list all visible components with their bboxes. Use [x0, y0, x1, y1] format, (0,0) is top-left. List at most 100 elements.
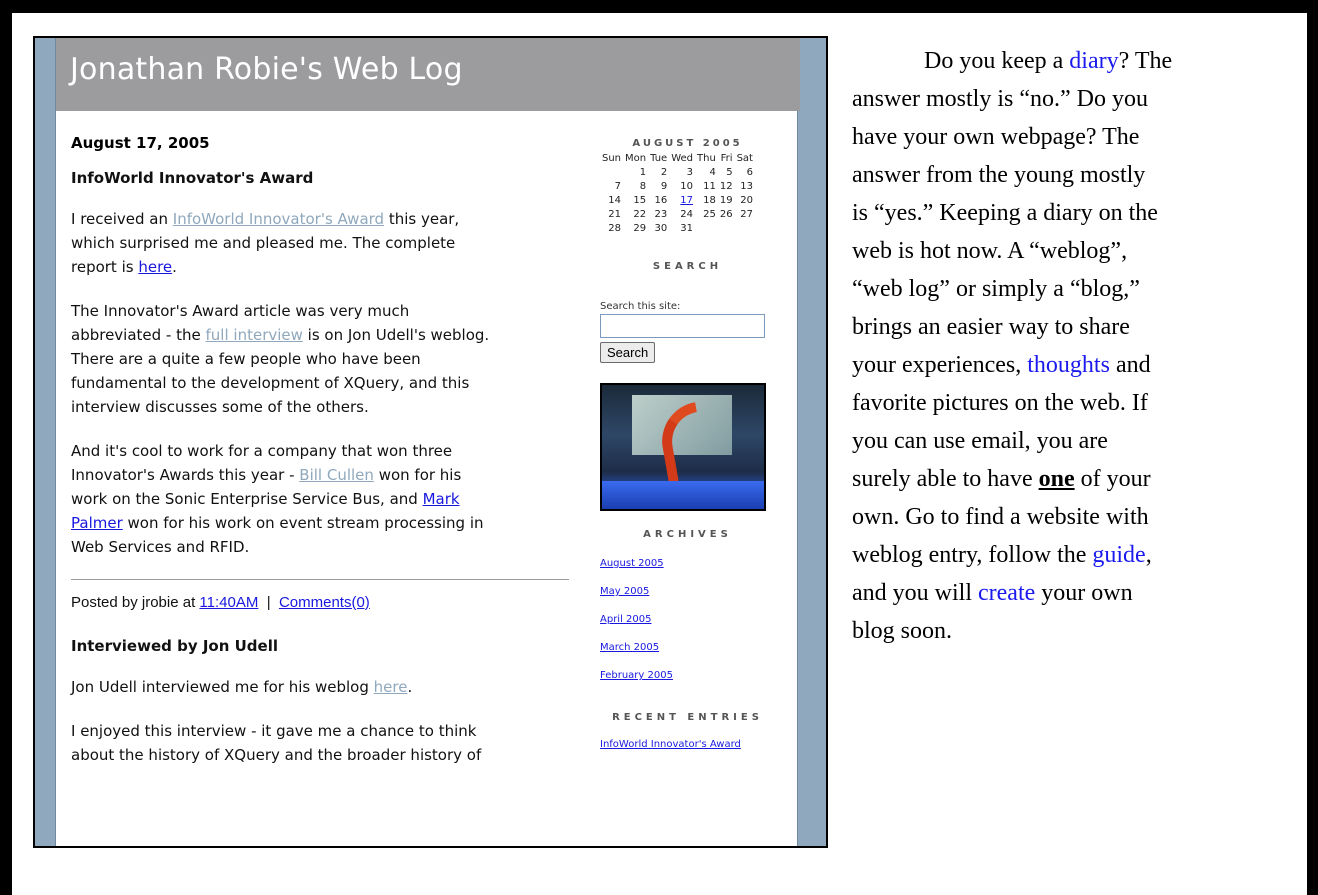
calendar-week: 14 15 16 17 18 19 20	[600, 193, 755, 207]
text: I received an	[71, 210, 173, 228]
diary-link[interactable]: diary	[1069, 48, 1118, 74]
left-margin	[35, 38, 55, 846]
calendar-day: 17	[669, 193, 695, 207]
search-button[interactable]: Search	[600, 342, 656, 363]
post-time-link[interactable]: 11:40AM	[199, 594, 258, 611]
text: ,	[1145, 542, 1152, 568]
report-here-link[interactable]: here	[138, 258, 172, 276]
calendar-day-link[interactable]: 17	[680, 195, 693, 206]
mark-palmer-link[interactable]: Mark	[423, 490, 460, 508]
recent-heading: RECENT ENTRIES	[612, 712, 763, 723]
search-heading: SEARCH	[652, 261, 723, 272]
archive-link[interactable]: March 2005	[600, 634, 775, 662]
calendar-day: 13	[740, 180, 753, 192]
archive-link[interactable]: April 2005	[600, 606, 775, 634]
calendar-weekday: Thu	[697, 152, 716, 164]
essay-line: own. Go to find a website with	[852, 504, 1149, 530]
text: .	[407, 678, 413, 696]
text: which surprised me and pleased me. The c…	[71, 234, 456, 252]
text: surely able to have	[852, 466, 1039, 492]
text: Innovator's Awards this year -	[71, 466, 300, 484]
right-margin	[798, 38, 826, 846]
essay-line: answer from the young mostly	[852, 162, 1146, 188]
calendar-weekday: Sat	[736, 152, 753, 164]
essay-line: your experiences, thoughts and	[852, 346, 1302, 384]
text: interview discusses some of the others.	[71, 398, 369, 416]
calendar-day: 1	[639, 166, 647, 178]
calendar-day: 4	[709, 166, 716, 178]
calendar-week: 21 22 23 24 25 26 27	[600, 207, 755, 221]
text: weblog entry, follow the	[852, 542, 1093, 568]
calendar-day: 2	[660, 166, 668, 178]
post2-paragraph-2: I enjoyed this interview - it gave me a …	[71, 719, 571, 767]
calendar-day: 27	[740, 208, 753, 220]
separator: |	[258, 594, 279, 611]
text: The Innovator's Award article was very m…	[71, 302, 410, 320]
post-date: August 17, 2005	[71, 134, 210, 152]
essay-line: favorite pictures on the web. If	[852, 390, 1148, 416]
text: and you will	[852, 580, 978, 606]
calendar-day: 5	[726, 166, 733, 178]
essay-line: is “yes.” Keeping a diary on the	[852, 200, 1158, 226]
guide-link[interactable]: guide	[1092, 542, 1145, 568]
calendar-day	[735, 221, 755, 235]
calendar-day: 19	[719, 194, 733, 206]
full-interview-link[interactable]: full interview	[206, 326, 303, 344]
emphasis-one: one	[1038, 466, 1075, 492]
text: report is	[71, 258, 139, 276]
text: .	[172, 258, 177, 276]
text: is on Jon Udell's weblog.	[302, 326, 490, 344]
essay-line: you can use email, you are	[852, 428, 1108, 454]
text: your own	[1035, 580, 1133, 606]
text: There are a quite a few people who have …	[71, 350, 421, 368]
posted-by: Posted by jrobie at	[71, 594, 200, 611]
create-link[interactable]: create	[978, 580, 1035, 606]
calendar-day: 7	[614, 180, 622, 192]
infoworld-award-link[interactable]: InfoWorld Innovator's Award	[173, 210, 384, 228]
archive-link[interactable]: August 2005	[600, 550, 775, 578]
calendar-weekday: Wed	[671, 152, 694, 164]
interview-here-link[interactable]: here	[374, 678, 408, 696]
calendar-day: 9	[660, 180, 668, 192]
post-paragraph-2: The Innovator's Award article was very m…	[71, 299, 571, 419]
text: and	[1109, 352, 1151, 378]
essay-line: blog soon.	[852, 618, 953, 644]
blog-title: Jonathan Robie's Web Log	[70, 52, 463, 87]
comments-link[interactable]: Comments(0)	[279, 594, 370, 611]
right-divider	[797, 38, 798, 846]
mark-palmer-link-cont[interactable]: Palmer	[71, 514, 123, 532]
text: ? The	[1118, 48, 1173, 74]
essay-line: “web log” or simply a “blog,”	[852, 276, 1140, 302]
search-label: Search this site:	[600, 301, 681, 312]
calendar-day: 3	[686, 166, 694, 178]
archive-link[interactable]: February 2005	[600, 662, 775, 690]
archive-link[interactable]: May 2005	[600, 578, 775, 606]
calendar-title: AUGUST 2005	[632, 138, 743, 149]
calendar-week: 7 8 9 10 11 12 13	[600, 179, 755, 193]
recent-entries-list: InfoWorld Innovator's Award	[600, 731, 775, 759]
essay-line: web is hot now. A “weblog”,	[852, 238, 1128, 264]
text: won for his	[373, 466, 462, 484]
search-input[interactable]	[600, 314, 765, 338]
essay-text: Do you keep a diary? The answer mostly i…	[852, 42, 1302, 650]
text: Jon Udell interviewed me for his weblog	[71, 678, 374, 696]
calendar-weekday: Mon	[625, 152, 647, 164]
thoughts-link[interactable]: thoughts	[1027, 352, 1110, 378]
blog-main: August 17, 2005 InfoWorld Innovator's Aw…	[71, 134, 571, 787]
calendar-day: 31	[680, 222, 694, 234]
recent-entry-link[interactable]: InfoWorld Innovator's Award	[600, 731, 775, 759]
post-title: InfoWorld Innovator's Award	[71, 169, 314, 187]
bill-cullen-link[interactable]: Bill Cullen	[299, 466, 374, 484]
calendar-day: 23	[654, 208, 668, 220]
text: I enjoyed this interview - it gave me a …	[71, 722, 477, 740]
sidebar-photo	[600, 383, 766, 511]
calendar-weekday: Sun	[602, 152, 622, 164]
post-paragraph-3: And it's cool to work for a company that…	[71, 439, 571, 559]
archives-heading: ARCHIVES	[643, 529, 732, 540]
photo-floor	[602, 481, 764, 509]
essay-line: brings an easier way to share	[852, 314, 1130, 340]
left-divider	[55, 38, 56, 846]
essay-line: answer mostly is “no.” Do you	[852, 86, 1148, 112]
text: Do you keep a	[924, 48, 1070, 74]
calendar-week: 28 29 30 31	[600, 221, 755, 235]
